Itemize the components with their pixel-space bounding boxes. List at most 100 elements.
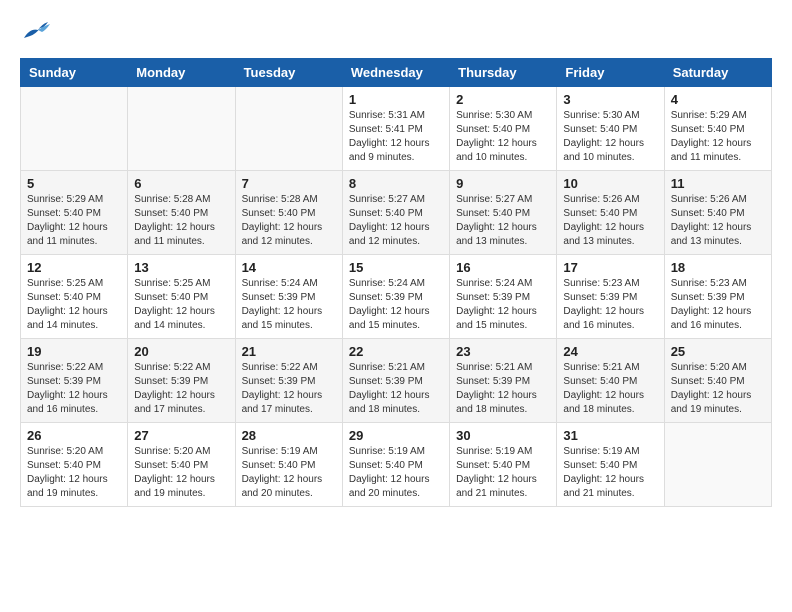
day-number: 7 [242,176,336,191]
day-number: 25 [671,344,765,359]
calendar-cell: 15Sunrise: 5:24 AM Sunset: 5:39 PM Dayli… [342,255,449,339]
calendar-cell [664,423,771,507]
day-info: Sunrise: 5:27 AM Sunset: 5:40 PM Dayligh… [456,193,550,249]
day-number: 30 [456,428,550,443]
day-info: Sunrise: 5:28 AM Sunset: 5:40 PM Dayligh… [134,193,228,249]
logo-bird-icon [22,20,50,42]
logo [20,20,50,42]
day-number: 11 [671,176,765,191]
day-number: 9 [456,176,550,191]
calendar-cell: 25 Sunrise: 5:20 AM Sunset: 5:40 PM Dayli… [664,339,771,423]
day-info: Sunrise: 5:26 AM Sunset: 5:40 PM Dayligh… [563,193,657,249]
calendar-cell: 6 Sunrise: 5:28 AM Sunset: 5:40 PM Daylig… [128,171,235,255]
calendar-cell: 5 Sunrise: 5:29 AM Sunset: 5:40 PM Daylig… [21,171,128,255]
calendar-week-row: 26 Sunrise: 5:20 AM Sunset: 5:40 PM Dayli… [21,423,772,507]
day-number: 4 [671,92,765,107]
day-info: Sunrise: 5:20 AM Sunset: 5:40 PM Dayligh… [671,361,765,417]
day-info: Sunrise: 5:23 AM Sunset: 5:39 PM Dayligh… [671,277,765,333]
day-number: 24 [563,344,657,359]
day-info: Sunrise: 5:25 AM Sunset: 5:40 PM Dayligh… [27,277,121,333]
calendar-cell: 13 Sunrise: 5:25 AM Sunset: 5:40 PM Dayli… [128,255,235,339]
calendar-cell: 31Sunrise: 5:19 AM Sunset: 5:40 PM Dayli… [557,423,664,507]
day-info: Sunrise: 5:19 AM Sunset: 5:40 PM Dayligh… [456,445,550,501]
day-info: Sunrise: 5:21 AM Sunset: 5:39 PM Dayligh… [456,361,550,417]
calendar-cell: 4 Sunrise: 5:29 AM Sunset: 5:40 PM Daylig… [664,87,771,171]
day-number: 21 [242,344,336,359]
calendar-week-row: 19 Sunrise: 5:22 AM Sunset: 5:39 PM Dayli… [21,339,772,423]
calendar-day-header: Friday [557,59,664,87]
day-number: 15 [349,260,443,275]
day-info: Sunrise: 5:19 AM Sunset: 5:40 PM Dayligh… [242,445,336,501]
calendar-cell: 3 Sunrise: 5:30 AM Sunset: 5:40 PM Daylig… [557,87,664,171]
calendar-day-header: Wednesday [342,59,449,87]
calendar-cell: 27 Sunrise: 5:20 AM Sunset: 5:40 PM Dayli… [128,423,235,507]
calendar-cell: 23 Sunrise: 5:21 AM Sunset: 5:39 PM Dayli… [450,339,557,423]
day-number: 29 [349,428,443,443]
calendar-cell [128,87,235,171]
day-number: 17 [563,260,657,275]
calendar-cell: 1Sunrise: 5:31 AM Sunset: 5:41 PM Daylig… [342,87,449,171]
calendar-cell: 20 Sunrise: 5:22 AM Sunset: 5:39 PM Dayli… [128,339,235,423]
calendar-week-row: 1Sunrise: 5:31 AM Sunset: 5:41 PM Daylig… [21,87,772,171]
day-info: Sunrise: 5:22 AM Sunset: 5:39 PM Dayligh… [27,361,121,417]
calendar-cell: 17 Sunrise: 5:23 AM Sunset: 5:39 PM Dayli… [557,255,664,339]
day-number: 19 [27,344,121,359]
day-info: Sunrise: 5:19 AM Sunset: 5:40 PM Dayligh… [563,445,657,501]
calendar-cell: 7 Sunrise: 5:28 AM Sunset: 5:40 PM Daylig… [235,171,342,255]
calendar-cell: 22Sunrise: 5:21 AM Sunset: 5:39 PM Dayli… [342,339,449,423]
calendar-cell: 8 Sunrise: 5:27 AM Sunset: 5:40 PM Daylig… [342,171,449,255]
calendar-header-row: SundayMondayTuesdayWednesdayThursdayFrid… [21,59,772,87]
calendar-cell: 10 Sunrise: 5:26 AM Sunset: 5:40 PM Dayli… [557,171,664,255]
day-info: Sunrise: 5:26 AM Sunset: 5:40 PM Dayligh… [671,193,765,249]
day-info: Sunrise: 5:24 AM Sunset: 5:39 PM Dayligh… [456,277,550,333]
calendar-day-header: Thursday [450,59,557,87]
day-info: Sunrise: 5:29 AM Sunset: 5:40 PM Dayligh… [27,193,121,249]
calendar-cell: 29 Sunrise: 5:19 AM Sunset: 5:40 PM Dayli… [342,423,449,507]
day-info: Sunrise: 5:20 AM Sunset: 5:40 PM Dayligh… [27,445,121,501]
day-number: 23 [456,344,550,359]
day-info: Sunrise: 5:19 AM Sunset: 5:40 PM Dayligh… [349,445,443,501]
calendar-cell: 19 Sunrise: 5:22 AM Sunset: 5:39 PM Dayli… [21,339,128,423]
calendar-day-header: Saturday [664,59,771,87]
calendar-cell: 16 Sunrise: 5:24 AM Sunset: 5:39 PM Dayli… [450,255,557,339]
day-number: 16 [456,260,550,275]
calendar-day-header: Monday [128,59,235,87]
day-number: 26 [27,428,121,443]
day-info: Sunrise: 5:20 AM Sunset: 5:40 PM Dayligh… [134,445,228,501]
day-info: Sunrise: 5:29 AM Sunset: 5:40 PM Dayligh… [671,109,765,165]
day-number: 14 [242,260,336,275]
day-number: 27 [134,428,228,443]
day-number: 22 [349,344,443,359]
calendar-day-header: Sunday [21,59,128,87]
day-number: 5 [27,176,121,191]
calendar-week-row: 5 Sunrise: 5:29 AM Sunset: 5:40 PM Daylig… [21,171,772,255]
calendar-cell: 11 Sunrise: 5:26 AM Sunset: 5:40 PM Dayli… [664,171,771,255]
calendar-cell: 2Sunrise: 5:30 AM Sunset: 5:40 PM Daylig… [450,87,557,171]
calendar-day-header: Tuesday [235,59,342,87]
day-info: Sunrise: 5:28 AM Sunset: 5:40 PM Dayligh… [242,193,336,249]
day-number: 20 [134,344,228,359]
page-header [20,20,772,42]
calendar-cell: 26 Sunrise: 5:20 AM Sunset: 5:40 PM Dayli… [21,423,128,507]
day-number: 28 [242,428,336,443]
day-number: 8 [349,176,443,191]
calendar-table: SundayMondayTuesdayWednesdayThursdayFrid… [20,58,772,507]
calendar-cell: 9 Sunrise: 5:27 AM Sunset: 5:40 PM Daylig… [450,171,557,255]
day-info: Sunrise: 5:22 AM Sunset: 5:39 PM Dayligh… [242,361,336,417]
calendar-cell [21,87,128,171]
day-number: 13 [134,260,228,275]
day-info: Sunrise: 5:30 AM Sunset: 5:40 PM Dayligh… [563,109,657,165]
day-info: Sunrise: 5:23 AM Sunset: 5:39 PM Dayligh… [563,277,657,333]
calendar-cell: 12Sunrise: 5:25 AM Sunset: 5:40 PM Dayli… [21,255,128,339]
day-info: Sunrise: 5:21 AM Sunset: 5:40 PM Dayligh… [563,361,657,417]
day-number: 6 [134,176,228,191]
day-number: 3 [563,92,657,107]
day-number: 2 [456,92,550,107]
day-info: Sunrise: 5:22 AM Sunset: 5:39 PM Dayligh… [134,361,228,417]
day-number: 18 [671,260,765,275]
day-number: 10 [563,176,657,191]
calendar-cell: 18 Sunrise: 5:23 AM Sunset: 5:39 PM Dayli… [664,255,771,339]
day-info: Sunrise: 5:31 AM Sunset: 5:41 PM Dayligh… [349,109,443,165]
day-info: Sunrise: 5:27 AM Sunset: 5:40 PM Dayligh… [349,193,443,249]
day-info: Sunrise: 5:25 AM Sunset: 5:40 PM Dayligh… [134,277,228,333]
